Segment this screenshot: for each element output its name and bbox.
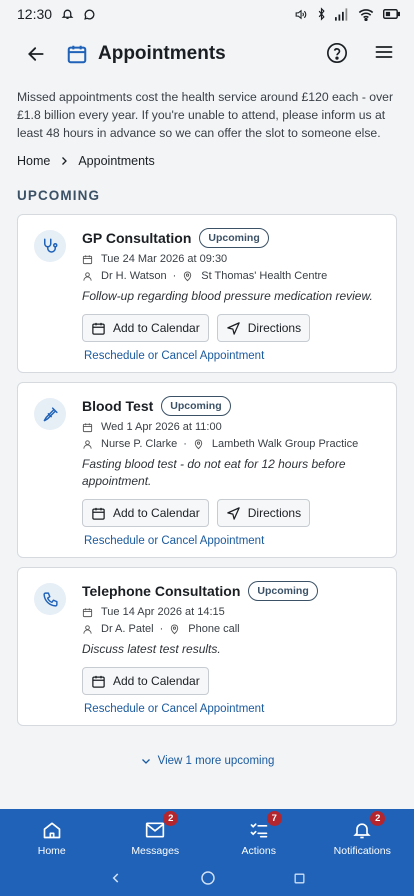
status-badge: Upcoming (199, 228, 269, 248)
breadcrumb-home[interactable]: Home (17, 154, 50, 168)
appointment-card: Telephone Consultation Upcoming Tue 14 A… (17, 567, 397, 726)
back-arrow-icon[interactable] (26, 42, 50, 66)
calendar-icon (92, 675, 105, 688)
actions-badge: 7 (266, 810, 282, 826)
app-header: Appointments (0, 28, 414, 80)
appointment-card: GP Consultation Upcoming Tue 24 Mar 2026… (17, 214, 397, 373)
add-to-calendar-button[interactable]: Add to Calendar (82, 667, 209, 695)
vibrate-icon (293, 8, 308, 21)
breadcrumb-current: Appointments (78, 154, 155, 168)
status-bar: 12:30 (0, 0, 414, 28)
appointment-location: Phone call (188, 623, 240, 635)
bluetooth-icon (317, 7, 326, 21)
calendar-small-icon (82, 607, 93, 617)
appointment-datetime: Wed 1 Apr 2026 at 11:00 (101, 421, 222, 433)
stethoscope-icon (34, 230, 66, 262)
appointment-details-row: Dr A. Patel · Phone call (82, 623, 384, 635)
hamburger-menu-icon[interactable] (374, 42, 398, 66)
location-pin-icon (184, 271, 192, 281)
system-back-icon[interactable] (109, 871, 123, 890)
battery-icon (383, 8, 400, 20)
missed-appointments-notice: Missed appointments cost the health serv… (17, 90, 393, 140)
appointment-details-row: Dr H. Watson · St Thomas' Health Centre (82, 270, 384, 282)
phone-icon (34, 583, 66, 615)
person-icon (83, 439, 92, 449)
appointment-datetime: Tue 14 Apr 2026 at 14:15 (101, 606, 225, 618)
breadcrumb: Home Appointments (0, 142, 414, 168)
view-more-upcoming-link[interactable]: View 1 more upcoming (0, 735, 414, 767)
nav-actions[interactable]: 7 Actions (214, 810, 304, 857)
status-time: 12:30 (17, 6, 53, 22)
nav-messages[interactable]: 2 Messages (110, 810, 200, 857)
appointment-title: GP Consultation (82, 230, 192, 246)
calendar-small-icon (82, 254, 93, 264)
nav-notifications[interactable]: 2 Notifications (317, 810, 407, 857)
wifi-icon (358, 8, 374, 21)
home-icon (40, 818, 64, 842)
person-icon (83, 271, 92, 281)
location-pin-icon (194, 439, 203, 449)
bell-icon: 2 (350, 810, 386, 842)
directions-button[interactable]: Directions (216, 314, 311, 342)
syringe-icon (34, 398, 66, 430)
nav-home[interactable]: Home (7, 818, 97, 857)
navigation-arrow-icon (226, 506, 240, 520)
add-to-calendar-button[interactable]: Add to Calendar (82, 314, 209, 342)
appointment-location: St Thomas' Health Centre (201, 270, 328, 282)
appointment-details-row: Nurse P. Clarke · Lambeth Walk Group Pra… (82, 438, 384, 450)
add-to-calendar-button[interactable]: Add to Calendar (82, 499, 209, 527)
system-recents-icon[interactable] (293, 872, 306, 890)
chevron-down-icon (141, 759, 150, 764)
person-icon (83, 624, 92, 634)
status-badge: Upcoming (161, 396, 231, 416)
status-badge: Upcoming (248, 581, 318, 601)
section-title-upcoming: UPCOMING (17, 188, 101, 203)
appointment-title: Blood Test (82, 398, 154, 414)
messages-badge: 2 (163, 810, 179, 826)
appointment-person: Dr H. Watson (101, 270, 167, 282)
location-pin-icon (171, 624, 179, 634)
chat-status-icon (83, 8, 96, 21)
appointment-datetime-row: Tue 14 Apr 2026 at 14:15 (82, 606, 384, 618)
calendar-icon (92, 507, 105, 520)
checklist-icon: 7 (247, 810, 282, 842)
appointment-title: Telephone Consultation (82, 583, 241, 599)
notifications-badge: 2 (370, 810, 386, 826)
system-home-icon[interactable] (200, 870, 216, 891)
notification-bell-status-icon (61, 7, 74, 21)
appointment-location: Lambeth Walk Group Practice (211, 438, 359, 450)
appointment-datetime: Tue 24 Mar 2026 at 09:30 (101, 253, 228, 265)
calendar-icon (66, 43, 88, 65)
reschedule-cancel-link[interactable]: Reschedule or Cancel Appointment (82, 703, 384, 715)
mail-icon: 2 (143, 810, 179, 842)
reschedule-cancel-link[interactable]: Reschedule or Cancel Appointment (82, 535, 384, 547)
chevron-right-icon (58, 155, 70, 167)
appointment-datetime-row: Tue 24 Mar 2026 at 09:30 (82, 253, 384, 265)
appointment-card: Blood Test Upcoming Wed 1 Apr 2026 at 11… (17, 382, 397, 558)
bottom-nav: Home 2 Messages 7 Actions 2 Notification… (0, 809, 414, 865)
appointment-description: Follow-up regarding blood pressure medic… (82, 289, 373, 303)
appointment-person: Dr A. Patel (101, 623, 154, 635)
navigation-arrow-icon (226, 321, 240, 335)
signal-icon (335, 7, 349, 21)
system-nav-bar (0, 865, 414, 896)
reschedule-cancel-link[interactable]: Reschedule or Cancel Appointment (82, 350, 384, 362)
page-title: Appointments (98, 43, 226, 64)
appointment-description: Discuss latest test results. (82, 642, 221, 656)
calendar-icon (92, 322, 105, 335)
appointment-datetime-row: Wed 1 Apr 2026 at 11:00 (82, 421, 384, 433)
appointment-description: Fasting blood test - do not eat for 12 h… (82, 457, 346, 488)
help-icon[interactable] (326, 42, 350, 66)
appointment-person: Nurse P. Clarke (101, 438, 178, 450)
calendar-small-icon (82, 422, 93, 432)
appointment-list: GP Consultation Upcoming Tue 24 Mar 2026… (0, 203, 414, 726)
directions-button[interactable]: Directions (216, 499, 311, 527)
